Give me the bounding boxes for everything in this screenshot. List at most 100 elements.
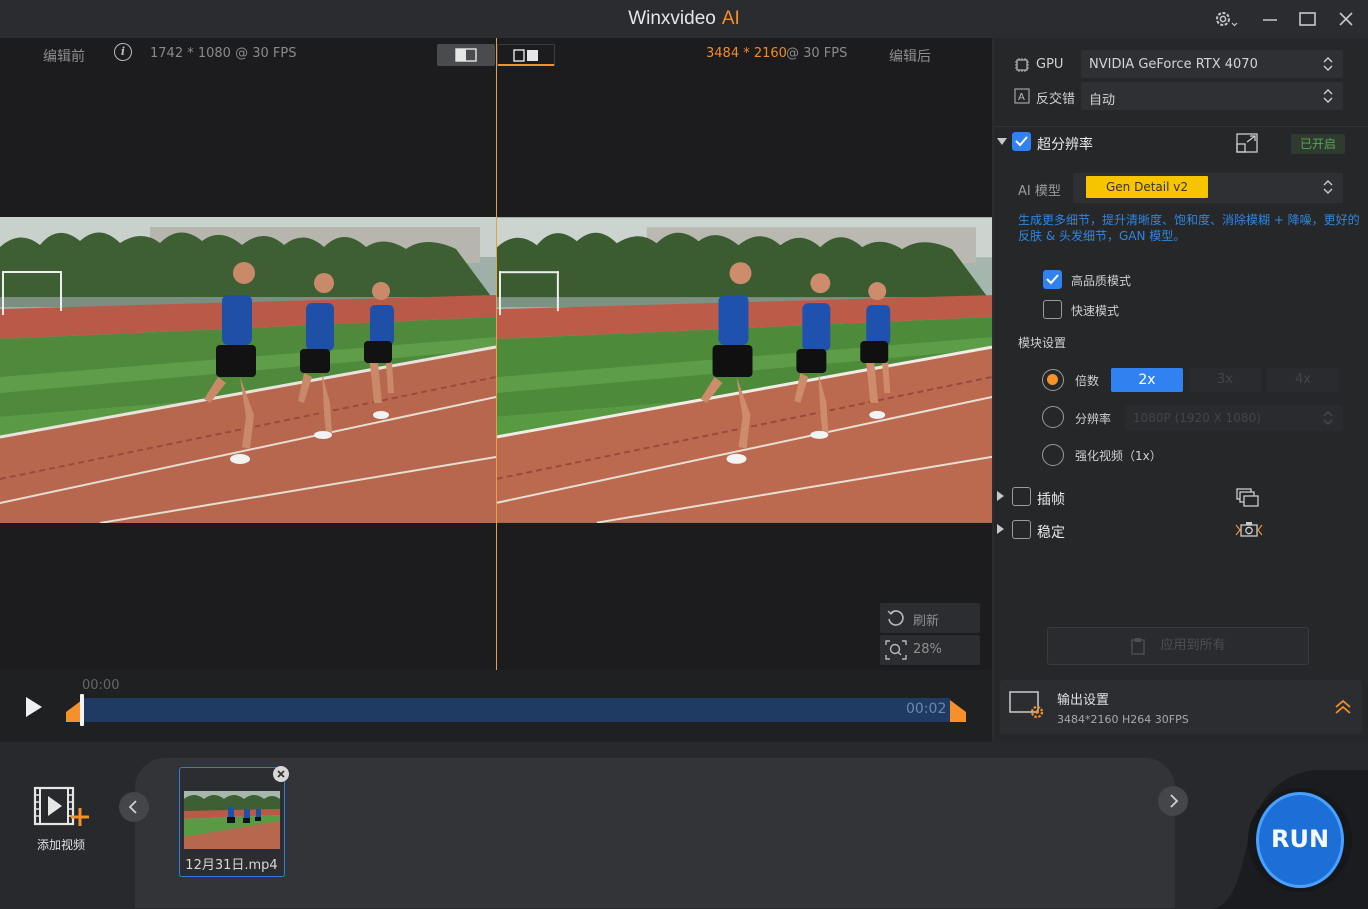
add-video-button[interactable]: 添加视频: [30, 784, 92, 854]
zoom-button[interactable]: 28%: [880, 635, 980, 665]
play-icon[interactable]: [24, 696, 44, 718]
deinterlace-value: 自动: [1089, 93, 1116, 108]
before-preview: [0, 38, 496, 670]
close-icon: [277, 770, 285, 778]
refresh-icon: [887, 610, 904, 626]
before-video-frame: [0, 217, 496, 523]
fast-mode-checkbox[interactable]: [1043, 300, 1062, 319]
thumbnail-image: [184, 791, 280, 849]
check-icon: [1015, 136, 1028, 147]
timeline: 00:00 00:02: [0, 670, 992, 742]
refresh-label: 刷新: [913, 614, 940, 629]
app-title-ai: AI: [721, 8, 740, 29]
frame-interpolation-icon: [1236, 488, 1259, 507]
app-window: Winxvideo AI 编辑前 i 1742 * 1080 @ 30 FPS 3…: [0, 0, 1368, 909]
deinterlace-label: 反交错: [1036, 92, 1076, 107]
scale-option-3x[interactable]: 3x: [1189, 368, 1261, 392]
settings-gear-icon[interactable]: [1212, 9, 1238, 29]
divider: [994, 126, 1368, 127]
scale-radio[interactable]: [1042, 369, 1064, 391]
app-title: Winxvideo AI: [0, 8, 1368, 30]
enhance-video-radio[interactable]: [1042, 444, 1064, 466]
add-video-label: 添加视频: [36, 838, 85, 852]
gpu-select[interactable]: NVIDIA GeForce RTX 4070: [1081, 50, 1343, 78]
apply-to-all-label: 应用到所有: [1160, 638, 1226, 653]
minimize-icon[interactable]: [1258, 9, 1282, 29]
svg-text:A: A: [1018, 92, 1025, 103]
scale-option-2x[interactable]: 2x: [1111, 368, 1183, 392]
deinterlace-select[interactable]: 自动: [1081, 82, 1343, 110]
module-settings-label: 模块设置: [1018, 336, 1067, 350]
collapse-triangle-icon[interactable]: [997, 491, 1005, 501]
stabilize-camera-icon: [1235, 522, 1263, 537]
remove-file-button[interactable]: [273, 766, 289, 782]
zoom-label: 28%: [913, 642, 942, 657]
after-video-frame: [497, 217, 992, 523]
file-name: 12月31日.mp4: [185, 858, 278, 873]
stabilize-checkbox[interactable]: [1012, 520, 1031, 539]
model-description: 生成更多细节，提升清晰度、饱和度、消除模糊 + 降噪，更好的反肤 & 头发细节，…: [1018, 213, 1360, 243]
after-preview: [497, 38, 992, 670]
trim-end-handle[interactable]: [950, 698, 966, 724]
resolution-select[interactable]: 1080P (1920 X 1080): [1125, 405, 1343, 431]
chevron-left-icon: [128, 800, 137, 814]
resolution-radio[interactable]: [1042, 406, 1064, 428]
frame-interpolation-checkbox[interactable]: [1012, 487, 1031, 506]
compare-divider[interactable]: [496, 38, 497, 670]
add-video-icon: [33, 786, 89, 826]
app-title-text: Winxvideo: [628, 8, 716, 29]
double-chevron-up-icon[interactable]: [1334, 698, 1352, 716]
super-resolution-label: 超分辨率: [1037, 137, 1093, 153]
enhance-video-label: 强化视频（1x）: [1075, 449, 1162, 463]
zoom-icon: [885, 640, 907, 660]
ai-model-select[interactable]: Gen Detail v2: [1073, 173, 1343, 203]
updown-chevron-icon: [1323, 57, 1333, 71]
check-icon: [1046, 274, 1059, 285]
prev-file-button[interactable]: [119, 792, 149, 822]
chevron-right-icon: [1170, 794, 1179, 808]
deinterlace-icon: A: [1014, 88, 1030, 104]
expand-triangle-icon[interactable]: [997, 138, 1007, 146]
high-quality-label: 高品质模式: [1071, 274, 1132, 288]
run-area: RUN: [1210, 770, 1368, 909]
file-thumbnail[interactable]: 12月31日.mp4: [179, 766, 289, 877]
timeline-track[interactable]: [82, 698, 950, 722]
maximize-icon[interactable]: [1296, 9, 1320, 29]
stabilize-label: 稳定: [1037, 525, 1065, 541]
end-time: 00:02: [906, 701, 947, 717]
high-quality-checkbox[interactable]: [1043, 270, 1062, 289]
clipboard-icon: [1131, 638, 1145, 655]
resolution-label: 分辨率: [1075, 412, 1112, 426]
refresh-button[interactable]: 刷新: [880, 603, 980, 633]
ai-model-value: Gen Detail v2: [1086, 176, 1208, 198]
run-label: RUN: [1270, 825, 1330, 853]
updown-chevron-icon: [1323, 411, 1333, 425]
gpu-label: GPU: [1036, 57, 1064, 72]
output-settings-info: 3484*2160 H264 30FPS: [1057, 713, 1189, 726]
file-strip: [135, 758, 1175, 908]
playhead[interactable]: [80, 694, 84, 726]
scale-option-4x[interactable]: 4x: [1267, 368, 1339, 392]
run-button[interactable]: RUN: [1256, 792, 1344, 888]
updown-chevron-icon: [1323, 180, 1333, 194]
super-resolution-checkbox[interactable]: [1012, 132, 1031, 151]
apply-to-all-button[interactable]: 应用到所有: [1047, 627, 1309, 665]
output-settings-title: 输出设置: [1057, 693, 1110, 708]
output-settings[interactable]: 输出设置 3484*2160 H264 30FPS: [1000, 680, 1362, 734]
next-file-button[interactable]: [1158, 786, 1188, 816]
resolution-value: 1080P (1920 X 1080): [1133, 411, 1261, 425]
frame-interpolation-label: 插帧: [1037, 492, 1065, 508]
resize-icon: [1236, 133, 1258, 153]
scale-label: 倍数: [1075, 374, 1100, 388]
title-bar: Winxvideo AI: [0, 0, 1368, 38]
output-settings-icon: [1009, 691, 1044, 719]
collapse-triangle-icon[interactable]: [997, 524, 1005, 534]
start-time: 00:00: [82, 678, 120, 693]
close-icon[interactable]: [1334, 9, 1358, 29]
updown-chevron-icon: [1323, 89, 1333, 103]
settings-panel: GPU NVIDIA GeForce RTX 4070 A 反交错 自动 超分辨…: [994, 38, 1368, 742]
fast-mode-label: 快速模式: [1071, 304, 1120, 318]
gpu-value: NVIDIA GeForce RTX 4070: [1089, 57, 1258, 72]
sr-status-badge: 已开启: [1291, 134, 1345, 154]
gpu-chip-icon: [1015, 58, 1029, 72]
